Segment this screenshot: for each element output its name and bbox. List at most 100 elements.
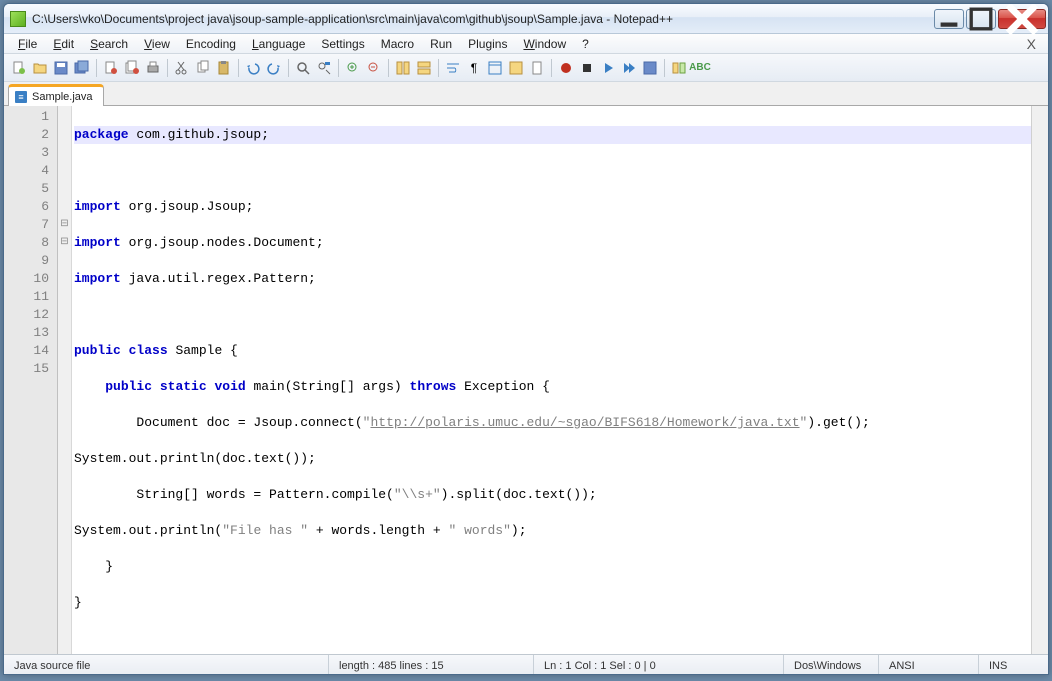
toolbar-separator (664, 59, 665, 77)
line-number: 7 (4, 216, 49, 234)
menu-help[interactable]: ? (574, 35, 597, 53)
file-icon: ≡ (15, 91, 27, 103)
fold-minus-icon[interactable]: ⊟ (58, 216, 71, 234)
line-number: 5 (4, 180, 49, 198)
line-number: 12 (4, 306, 49, 324)
toolbar-separator (96, 59, 97, 77)
code-line: public static void main(String[] args) t… (74, 378, 1031, 396)
app-window: C:\Users\vko\Documents\project java\jsou… (3, 3, 1049, 675)
line-number: 13 (4, 324, 49, 342)
sync-v-icon[interactable] (394, 59, 412, 77)
menubar: File Edit Search View Encoding Language … (4, 34, 1048, 54)
copy-icon[interactable] (194, 59, 212, 77)
toolbar-separator (438, 59, 439, 77)
menu-macro[interactable]: Macro (373, 35, 422, 53)
window-title: C:\Users\vko\Documents\project java\jsou… (32, 12, 932, 26)
tab-label: Sample.java (32, 91, 93, 103)
new-file-icon[interactable] (10, 59, 28, 77)
wrap-icon[interactable] (444, 59, 462, 77)
menu-view[interactable]: View (136, 35, 178, 53)
fold-minus-icon[interactable]: ⊟ (58, 234, 71, 252)
close-file-icon[interactable] (102, 59, 120, 77)
line-number: 3 (4, 144, 49, 162)
doc-map-icon[interactable] (528, 59, 546, 77)
status-position: Ln : 1 Col : 1 Sel : 0 | 0 (534, 655, 784, 675)
indent-guide-icon[interactable] (486, 59, 504, 77)
paste-icon[interactable] (215, 59, 233, 77)
tabbar: ≡ Sample.java (4, 82, 1048, 106)
editor: 1 2 3 4 5 6 7 8 9 10 11 12 13 14 15 ⊟ ⊟ … (4, 106, 1048, 654)
menu-plugins[interactable]: Plugins (460, 35, 515, 53)
menu-file[interactable]: File (10, 35, 45, 53)
menu-search[interactable]: Search (82, 35, 136, 53)
toolbar: ¶ ABC (4, 54, 1048, 82)
menu-language[interactable]: Language (244, 35, 313, 53)
code-line: package com.github.jsoup; (74, 126, 1031, 144)
save-all-icon[interactable] (73, 59, 91, 77)
minimize-button[interactable] (934, 9, 964, 29)
zoom-in-icon[interactable] (344, 59, 362, 77)
menu-edit[interactable]: Edit (45, 35, 82, 53)
code-line: Document doc = Jsoup.connect("http://pol… (74, 414, 1031, 432)
record-macro-icon[interactable] (557, 59, 575, 77)
line-number: 10 (4, 270, 49, 288)
compare-icon[interactable] (670, 59, 688, 77)
play-multi-icon[interactable] (620, 59, 638, 77)
menu-window[interactable]: Window (515, 35, 574, 53)
statusbar: Java source file length : 485 lines : 15… (4, 654, 1048, 675)
toolbar-separator (338, 59, 339, 77)
zoom-out-icon[interactable] (365, 59, 383, 77)
save-icon[interactable] (52, 59, 70, 77)
menu-settings[interactable]: Settings (313, 35, 372, 53)
sync-h-icon[interactable] (415, 59, 433, 77)
line-number: 4 (4, 162, 49, 180)
toolbar-separator (167, 59, 168, 77)
titlebar[interactable]: C:\Users\vko\Documents\project java\jsou… (4, 4, 1048, 34)
undo-icon[interactable] (244, 59, 262, 77)
status-filetype: Java source file (4, 655, 329, 675)
line-number: 15 (4, 360, 49, 378)
toolbar-separator (288, 59, 289, 77)
code-area[interactable]: package com.github.jsoup; import org.jso… (72, 106, 1031, 654)
replace-icon[interactable] (315, 59, 333, 77)
code-line: String[] words = Pattern.compile("\\s+")… (74, 486, 1031, 504)
redo-icon[interactable] (265, 59, 283, 77)
code-line: } (74, 558, 1031, 576)
toolbar-separator (238, 59, 239, 77)
code-line: System.out.println(doc.text()); (74, 450, 1031, 468)
save-macro-icon[interactable] (641, 59, 659, 77)
find-icon[interactable] (294, 59, 312, 77)
code-line: System.out.println("File has " + words.l… (74, 522, 1031, 540)
line-number: 9 (4, 252, 49, 270)
code-line: import org.jsoup.Jsoup; (74, 198, 1031, 216)
print-icon[interactable] (144, 59, 162, 77)
vertical-scrollbar[interactable] (1031, 106, 1048, 654)
close-all-icon[interactable] (123, 59, 141, 77)
tab-sample-java[interactable]: ≡ Sample.java (8, 84, 104, 106)
play-macro-icon[interactable] (599, 59, 617, 77)
code-line: } (74, 594, 1031, 612)
close-document-button[interactable]: X (1021, 36, 1042, 52)
line-number: 14 (4, 342, 49, 360)
menu-run[interactable]: Run (422, 35, 460, 53)
cut-icon[interactable] (173, 59, 191, 77)
status-eol: Dos\Windows (784, 655, 879, 675)
toolbar-separator (388, 59, 389, 77)
fold-gutter[interactable]: ⊟ ⊟ (58, 106, 72, 654)
open-file-icon[interactable] (31, 59, 49, 77)
status-encoding: ANSI (879, 655, 979, 675)
status-length: length : 485 lines : 15 (329, 655, 534, 675)
code-line (74, 630, 1031, 648)
stop-macro-icon[interactable] (578, 59, 596, 77)
maximize-button[interactable] (966, 9, 996, 29)
line-number: 2 (4, 126, 49, 144)
line-number: 1 (4, 108, 49, 126)
app-icon (10, 11, 26, 27)
close-button[interactable] (998, 9, 1046, 29)
spellcheck-icon[interactable]: ABC (691, 59, 709, 77)
code-line: import java.util.regex.Pattern; (74, 270, 1031, 288)
menu-encoding[interactable]: Encoding (178, 35, 244, 53)
user-lang-icon[interactable] (507, 59, 525, 77)
show-all-chars-icon[interactable]: ¶ (465, 59, 483, 77)
line-number-gutter[interactable]: 1 2 3 4 5 6 7 8 9 10 11 12 13 14 15 (4, 106, 58, 654)
